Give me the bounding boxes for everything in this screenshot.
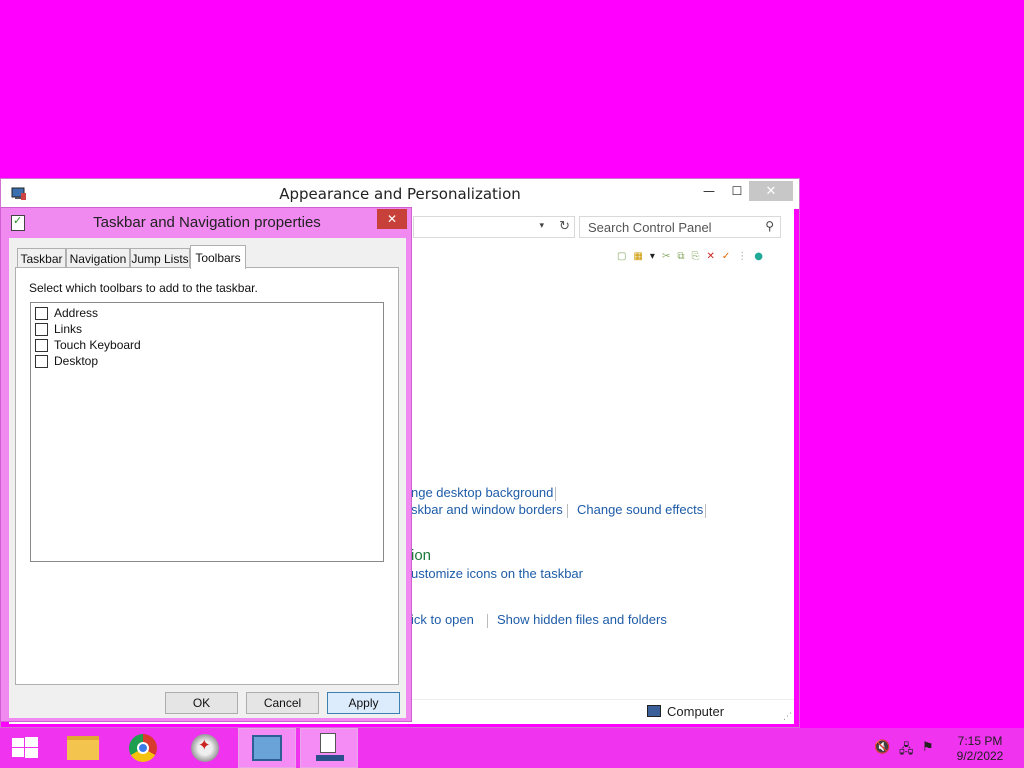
- toolbar-new-icon[interactable]: ▢: [617, 251, 626, 262]
- control-panel-title: Appearance and Personalization: [279, 185, 521, 203]
- maximize-button[interactable]: ☐: [723, 181, 751, 201]
- toolbar-option-links[interactable]: Links: [35, 321, 82, 337]
- link-separator: [487, 614, 488, 628]
- network-icon[interactable]: 🖧: [899, 740, 914, 762]
- toolbar-dropdown-icon[interactable]: ▾: [650, 251, 655, 262]
- address-dropdown-icon[interactable]: ▾: [539, 221, 544, 231]
- search-box[interactable]: Search Control Panel ⚲: [579, 216, 781, 238]
- dialog-title: Taskbar and Navigation properties: [93, 214, 321, 231]
- taskbar-properties-taskbar-button[interactable]: [300, 728, 358, 768]
- toolbar-option-label: Desktop: [54, 354, 99, 368]
- toolbar-separator-icon: ⋮: [737, 251, 748, 262]
- checkbox[interactable]: [35, 354, 48, 368]
- dialog-titlebar[interactable]: Taskbar and Navigation properties ✕: [1, 208, 411, 238]
- compass-app-button[interactable]: [176, 728, 234, 768]
- command-toolbar: ▢ ▦ ▾ ✂ ⧉ ⎘ ✕ ✓ ⋮ ●: [617, 251, 763, 262]
- toolbar-copy-icon[interactable]: ⧉: [677, 251, 684, 262]
- toolbars-tab-page: Select which toolbars to add to the task…: [15, 267, 399, 685]
- apply-button[interactable]: Apply: [327, 692, 400, 714]
- clock-time: 7:15 PM: [957, 734, 1003, 748]
- clock-date: 9/2/2022: [956, 749, 1004, 763]
- toolbar-option-label: Links: [54, 322, 83, 336]
- link-change-desktop-background[interactable]: nge desktop background: [411, 485, 553, 500]
- toolbar-paste-icon[interactable]: ⎘: [691, 251, 699, 262]
- volume-muted-icon[interactable]: 🔇: [874, 740, 890, 755]
- chrome-button[interactable]: [114, 728, 172, 768]
- folder-icon: [67, 736, 99, 760]
- windows-logo-icon: [12, 737, 38, 759]
- link-customize-icons[interactable]: ustomize icons on the taskbar: [411, 566, 583, 581]
- toolbar-option-touch-keyboard[interactable]: Touch Keyboard: [35, 337, 141, 353]
- control-panel-icon: [252, 735, 282, 761]
- toolbar-option-label: Address: [54, 306, 99, 320]
- chrome-icon: [129, 734, 157, 762]
- link-separator: [555, 487, 556, 501]
- dialog-close-button[interactable]: ✕: [377, 209, 407, 229]
- checkbox[interactable]: [35, 338, 48, 352]
- control-panel-titlebar[interactable]: Appearance and Personalization — ☐ ✕: [1, 179, 799, 209]
- toolbar-option-label: Touch Keyboard: [54, 338, 141, 352]
- resize-grip-icon[interactable]: ⋰: [783, 712, 792, 722]
- toolbar-delete-icon[interactable]: ✕: [706, 251, 714, 262]
- tab-toolbars[interactable]: Toolbars: [190, 245, 246, 269]
- link-change-sound-effects[interactable]: Change sound effects: [577, 502, 703, 517]
- checkbox[interactable]: [35, 322, 48, 336]
- address-bar[interactable]: ▾ ↻: [413, 216, 575, 238]
- link-click-to-open[interactable]: ick to open: [411, 612, 474, 627]
- action-center-icon[interactable]: ⚑: [922, 740, 934, 755]
- computer-icon: [647, 705, 661, 717]
- link-separator: [567, 504, 568, 518]
- link-show-hidden-files[interactable]: Show hidden files and folders: [497, 612, 667, 627]
- close-button[interactable]: ✕: [749, 181, 793, 201]
- dialog-client: Taskbar Navigation Jump Lists Toolbars S…: [9, 238, 406, 718]
- file-explorer-button[interactable]: [54, 728, 112, 768]
- status-computer-label: Computer: [667, 704, 725, 719]
- taskbar-properties-icon: [314, 733, 344, 763]
- checkbox[interactable]: [35, 306, 48, 320]
- ok-button[interactable]: OK: [165, 692, 238, 714]
- toolbars-list: Address Links Touch Keyboard Desktop: [30, 302, 384, 562]
- control-panel-taskbar-button[interactable]: [238, 728, 296, 768]
- toolbar-check-icon[interactable]: ✓: [722, 251, 730, 262]
- toolbar-option-address[interactable]: Address: [35, 305, 98, 321]
- tab-jump-lists[interactable]: Jump Lists: [130, 248, 190, 268]
- taskbar: 🔇 🖧 ⚑ 7:15 PM 9/2/2022: [0, 728, 1024, 768]
- toolbar-option-desktop[interactable]: Desktop: [35, 353, 98, 369]
- search-placeholder: Search Control Panel: [588, 220, 712, 235]
- search-icon[interactable]: ⚲: [765, 219, 774, 233]
- compass-icon: [191, 734, 219, 762]
- toolbar-view-icon[interactable]: ▦: [633, 251, 642, 262]
- link-taskbar-window-borders[interactable]: skbar and window borders: [411, 502, 563, 517]
- start-button[interactable]: [0, 728, 50, 768]
- tab-taskbar[interactable]: Taskbar: [17, 248, 66, 268]
- link-separator: [705, 504, 706, 518]
- toolbars-instruction: Select which toolbars to add to the task…: [29, 281, 258, 295]
- minimize-button[interactable]: —: [695, 181, 723, 201]
- tab-navigation[interactable]: Navigation: [66, 248, 130, 268]
- toolbar-cut-icon[interactable]: ✂: [662, 251, 670, 262]
- taskbar-properties-dialog: Taskbar and Navigation properties ✕ Task…: [0, 207, 412, 722]
- heading-taskbar-navigation[interactable]: ion: [411, 547, 431, 564]
- refresh-icon[interactable]: ↻: [559, 219, 570, 234]
- system-clock[interactable]: 7:15 PM 9/2/2022: [944, 734, 1016, 764]
- toolbar-globe-icon[interactable]: ●: [754, 251, 763, 262]
- cancel-button[interactable]: Cancel: [246, 692, 319, 714]
